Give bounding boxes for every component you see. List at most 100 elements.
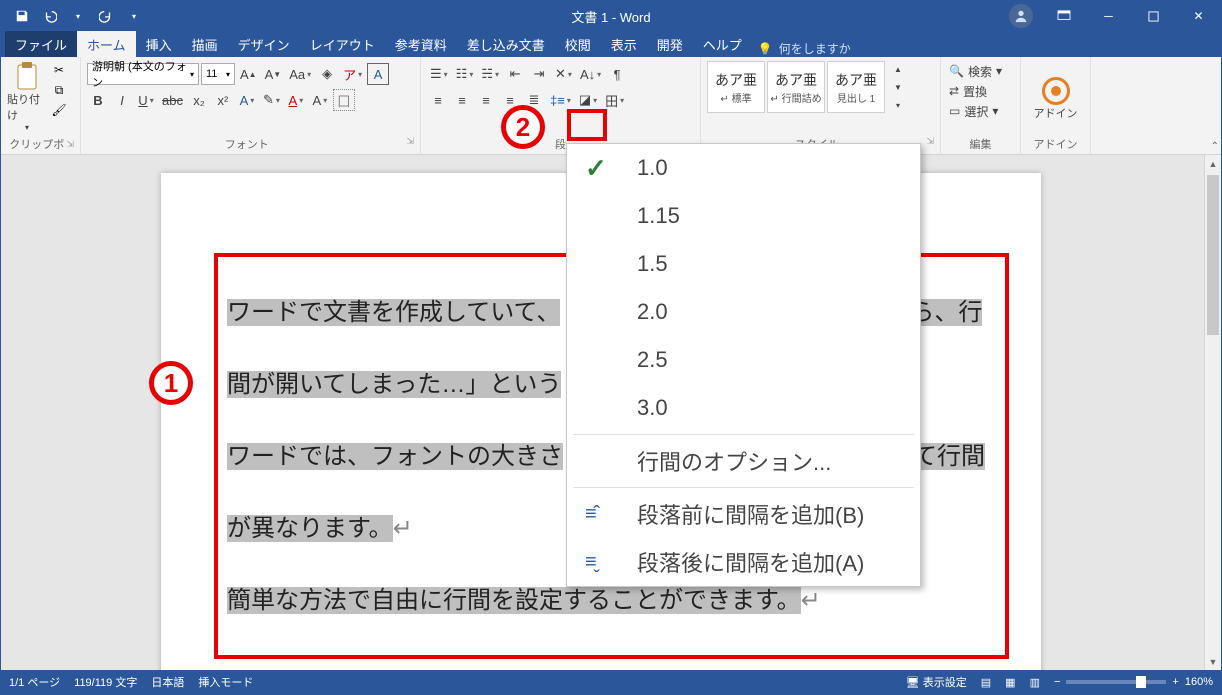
zoom-in-button[interactable]: + bbox=[1172, 676, 1178, 688]
add-space-after[interactable]: ≡̬段落後に間隔を追加(A) bbox=[567, 538, 920, 586]
multilevel-button[interactable]: ☵ bbox=[478, 63, 502, 85]
tab-developer[interactable]: 開発 bbox=[647, 31, 693, 57]
text-effects-button[interactable]: A bbox=[236, 89, 258, 111]
highlight-button[interactable]: ✎ bbox=[260, 89, 283, 111]
style-normal[interactable]: あア亜↵ 標準 bbox=[707, 61, 765, 113]
bullets-button[interactable]: ☰ bbox=[427, 63, 451, 85]
undo-dropdown[interactable]: ▾ bbox=[65, 2, 91, 30]
select-button[interactable]: ▭ 選択 ▾ bbox=[947, 101, 1014, 121]
bold-button[interactable]: B bbox=[87, 89, 109, 111]
numbering-button[interactable]: ☷ bbox=[453, 63, 477, 85]
minimize-button[interactable]: ─ bbox=[1086, 1, 1131, 31]
tell-me-search[interactable]: 💡 何をしますか bbox=[758, 40, 851, 57]
line-spacing-2.5[interactable]: 2.5 bbox=[567, 336, 920, 384]
paste-button[interactable]: 貼り付け ▾ bbox=[7, 61, 47, 136]
collapse-ribbon-button[interactable]: ⌃ bbox=[1211, 141, 1219, 152]
save-button[interactable] bbox=[9, 2, 35, 30]
align-left-button[interactable]: ≡ bbox=[427, 89, 449, 111]
close-button[interactable]: ✕ bbox=[1176, 1, 1221, 31]
tab-file[interactable]: ファイル bbox=[5, 31, 77, 57]
page-count[interactable]: 1/1 ページ bbox=[9, 674, 60, 690]
increase-indent-button[interactable]: ⇥ bbox=[528, 63, 550, 85]
show-marks-button[interactable]: ¶ bbox=[606, 63, 628, 85]
find-button[interactable]: 🔍 検索 ▾ bbox=[947, 61, 1014, 81]
language-status[interactable]: 日本語 bbox=[151, 674, 184, 690]
tab-review[interactable]: 校閲 bbox=[555, 31, 601, 57]
tab-home[interactable]: ホーム bbox=[77, 31, 136, 57]
subscript-button[interactable]: x₂ bbox=[188, 89, 210, 111]
qat-customize[interactable]: ▾ bbox=[121, 2, 147, 30]
styles-scroll-down[interactable]: ▼ bbox=[887, 79, 909, 95]
cut-button[interactable]: ✂ bbox=[49, 61, 69, 79]
line-spacing-3.0[interactable]: 3.0 bbox=[567, 384, 920, 432]
shading-button[interactable]: ◪ bbox=[576, 89, 600, 111]
clear-formatting-button[interactable]: ◈ bbox=[316, 63, 338, 85]
copy-button[interactable]: ⧉ bbox=[49, 81, 69, 99]
phonetic-guide-button[interactable]: ア bbox=[340, 63, 365, 85]
char-border-button[interactable]: 囗 bbox=[333, 89, 355, 111]
zoom-out-button[interactable]: − bbox=[1054, 676, 1060, 688]
tab-mailings[interactable]: 差し込み文書 bbox=[457, 31, 555, 57]
style-heading1[interactable]: あア亜見出し 1 bbox=[827, 61, 885, 113]
styles-more[interactable]: ▾ bbox=[887, 97, 909, 113]
maximize-button[interactable] bbox=[1131, 1, 1176, 31]
sort-button[interactable]: A↓ bbox=[577, 63, 604, 85]
addins-icon[interactable] bbox=[1042, 77, 1070, 105]
format-painter-button[interactable]: 🖌 bbox=[49, 101, 69, 119]
line-spacing-2.0[interactable]: 2.0 bbox=[567, 288, 920, 336]
styles-gallery[interactable]: あア亜↵ 標準 あア亜↵ 行間詰め あア亜見出し 1 ▲ ▼ ▾ bbox=[707, 61, 934, 113]
align-center-button[interactable]: ≡ bbox=[451, 89, 473, 111]
styles-scroll-up[interactable]: ▲ bbox=[887, 61, 909, 77]
borders-button[interactable]: 田 bbox=[602, 89, 627, 111]
italic-button[interactable]: I bbox=[111, 89, 133, 111]
line-spacing-1.0[interactable]: ✓1.0 bbox=[567, 144, 920, 192]
font-size-combo[interactable]: 11▾ bbox=[201, 63, 235, 85]
tab-insert[interactable]: 挿入 bbox=[136, 31, 182, 57]
line-spacing-options[interactable]: 行間のオプション... bbox=[567, 437, 920, 485]
zoom-slider[interactable] bbox=[1066, 680, 1166, 684]
tab-help[interactable]: ヘルプ bbox=[693, 31, 752, 57]
tab-view[interactable]: 表示 bbox=[601, 31, 647, 57]
styles-launcher[interactable]: ⇲ bbox=[926, 136, 934, 152]
style-nospacing[interactable]: あア亜↵ 行間詰め bbox=[767, 61, 825, 113]
tab-design[interactable]: デザイン bbox=[228, 31, 300, 57]
ribbon-display-options[interactable] bbox=[1041, 1, 1086, 31]
print-layout-view[interactable]: ▦ bbox=[1005, 676, 1015, 689]
char-shading-button[interactable]: A bbox=[309, 89, 331, 111]
web-layout-view[interactable]: ▥ bbox=[1030, 676, 1040, 689]
enclose-chars-button[interactable]: A bbox=[367, 63, 389, 85]
clipboard-launcher[interactable]: ⇲ bbox=[66, 139, 74, 150]
redo-button[interactable] bbox=[93, 2, 119, 30]
shrink-font-button[interactable]: A▼ bbox=[262, 63, 285, 85]
user-avatar[interactable] bbox=[1009, 4, 1033, 28]
replace-button[interactable]: ⇄ 置換 bbox=[947, 81, 1014, 101]
decrease-indent-button[interactable]: ⇤ bbox=[504, 63, 526, 85]
insert-mode[interactable]: 挿入モード bbox=[198, 674, 253, 690]
line-spacing-1.15[interactable]: 1.15 bbox=[567, 192, 920, 240]
zoom-level[interactable]: 160% bbox=[1185, 676, 1213, 688]
scroll-up-button[interactable]: ▲ bbox=[1205, 155, 1221, 172]
change-case-button[interactable]: Aa bbox=[286, 63, 314, 85]
align-right-button[interactable]: ≡ bbox=[475, 89, 497, 111]
vertical-scrollbar[interactable]: ▲ ▼ bbox=[1204, 155, 1221, 670]
line-spacing-1.5[interactable]: 1.5 bbox=[567, 240, 920, 288]
tab-references[interactable]: 参考資料 bbox=[385, 31, 457, 57]
grow-font-button[interactable]: A▲ bbox=[237, 63, 260, 85]
line-spacing-button[interactable]: ‡≡ bbox=[547, 89, 574, 111]
read-mode-view[interactable]: ▤ bbox=[981, 676, 991, 689]
undo-button[interactable] bbox=[37, 2, 63, 30]
display-settings[interactable]: 🖥 表示設定 bbox=[906, 674, 967, 690]
add-space-before[interactable]: ≡̂段落前に間隔を追加(B) bbox=[567, 490, 920, 538]
scroll-down-button[interactable]: ▼ bbox=[1205, 653, 1221, 670]
font-launcher[interactable]: ⇲ bbox=[406, 136, 414, 152]
asian-layout-button[interactable]: ✕ bbox=[552, 63, 575, 85]
underline-button[interactable]: U bbox=[135, 89, 157, 111]
font-name-combo[interactable]: 游明朝 (本文のフォン▾ bbox=[87, 63, 199, 85]
scroll-thumb[interactable] bbox=[1207, 175, 1219, 335]
superscript-button[interactable]: x² bbox=[212, 89, 234, 111]
word-count[interactable]: 119/119 文字 bbox=[74, 674, 137, 690]
tab-layout[interactable]: レイアウト bbox=[300, 31, 385, 57]
tab-draw[interactable]: 描画 bbox=[182, 31, 228, 57]
font-color-button[interactable]: A bbox=[285, 89, 307, 111]
strikethrough-button[interactable]: abc bbox=[159, 89, 186, 111]
